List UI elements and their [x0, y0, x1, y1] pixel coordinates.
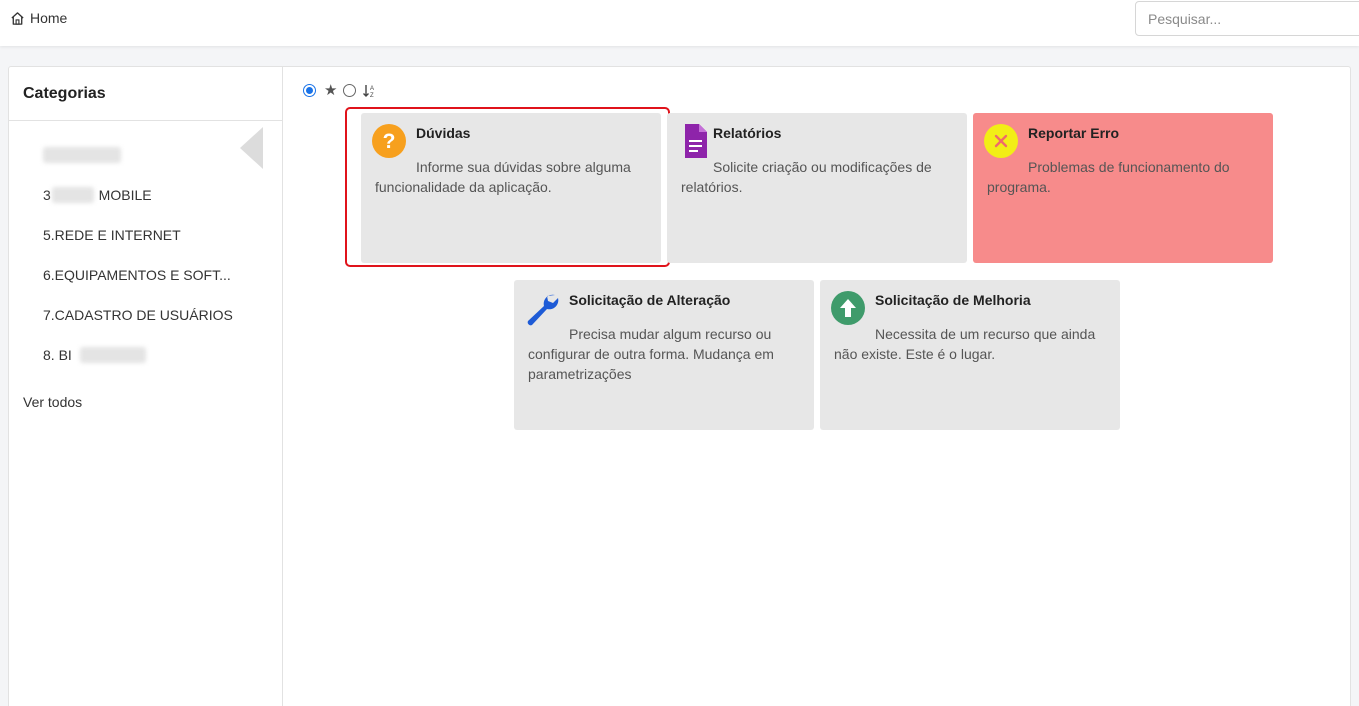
- breadcrumb-home[interactable]: Home: [10, 10, 67, 26]
- breadcrumb-label: Home: [30, 10, 68, 26]
- category-label: 6.EQUIPAMENTOS E SOFT...: [43, 267, 231, 283]
- category-label: 5.REDE E INTERNET: [43, 227, 181, 243]
- category-item-equipamentos[interactable]: 6.EQUIPAMENTOS E SOFT...: [43, 255, 233, 295]
- categories-sidebar: Categorias 3 MOBILE 5.REDE E INTERNET 6.…: [9, 67, 283, 706]
- card-title: Relatórios: [713, 125, 782, 141]
- card-description: Necessita de um recurso que ainda não ex…: [834, 326, 1096, 362]
- category-label: 7.CADASTRO DE USUÁRIOS: [43, 307, 233, 323]
- card-solicitacao-alteracao[interactable]: Solicitação de Alteração Precisa mudar a…: [514, 280, 814, 430]
- redacted-text: [43, 147, 121, 163]
- card-title: Solicitação de Melhoria: [875, 292, 1031, 308]
- question-icon: ?: [372, 124, 406, 158]
- sidebar-title: Categorias: [23, 85, 106, 102]
- view-all-radio[interactable]: [303, 84, 316, 97]
- redacted-text: [79, 347, 146, 363]
- card-description: Solicite criação ou modificações de rela…: [681, 159, 932, 195]
- card-description: Informe sua dúvidas sobre alguma funcion…: [375, 159, 631, 195]
- card-duvidas[interactable]: ? Dúvidas Informe sua dúvidas sobre algu…: [361, 113, 661, 263]
- collapse-sidebar-arrow-icon[interactable]: [240, 127, 263, 169]
- arrow-up-icon: [831, 291, 865, 325]
- category-prefix: 3: [43, 187, 51, 203]
- category-list: 3 MOBILE 5.REDE E INTERNET 6.EQUIPAMENTO…: [43, 135, 233, 375]
- svg-text:A: A: [370, 86, 374, 92]
- card-relatorios[interactable]: Relatórios Solicite criação ou modificaç…: [667, 113, 967, 263]
- svg-text:Z: Z: [370, 93, 374, 98]
- category-item-rede[interactable]: 5.REDE E INTERNET: [43, 215, 233, 255]
- card-description: Problemas de funcionamento do programa.: [987, 159, 1230, 195]
- see-all-link[interactable]: Ver todos: [23, 394, 82, 410]
- card-description: Precisa mudar algum recurso ou configura…: [528, 326, 774, 382]
- card-title: Dúvidas: [416, 125, 471, 141]
- category-item-cadastro[interactable]: 7.CADASTRO DE USUÁRIOS: [43, 295, 233, 335]
- category-item-bi[interactable]: 8. BI: [43, 335, 233, 375]
- card-reportar-erro[interactable]: Reportar Erro Problemas de funcionamento…: [973, 113, 1273, 263]
- redacted-text: [51, 187, 94, 203]
- wrench-icon: [527, 294, 559, 326]
- card-title: Solicitação de Alteração: [569, 292, 731, 308]
- error-icon: [984, 124, 1018, 158]
- category-prefix: 8. BI: [43, 347, 72, 363]
- category-item-1[interactable]: [43, 135, 233, 175]
- search-input[interactable]: [1135, 1, 1359, 36]
- divider: [9, 120, 283, 121]
- home-icon: [11, 11, 24, 25]
- card-solicitacao-melhoria[interactable]: Solicitação de Melhoria Necessita de um …: [820, 280, 1120, 430]
- view-favorites-radio[interactable]: [343, 84, 357, 97]
- view-toolbar: ★ A Z: [303, 83, 378, 98]
- category-item-mobile[interactable]: 3 MOBILE: [43, 175, 233, 215]
- card-title: Reportar Erro: [1028, 125, 1120, 141]
- sort-az-icon[interactable]: A Z: [362, 84, 378, 98]
- document-icon: [685, 124, 707, 158]
- category-label: MOBILE: [94, 187, 152, 203]
- top-bar: Home: [0, 0, 1359, 46]
- star-icon[interactable]: ★: [324, 83, 337, 98]
- svg-text:?: ?: [383, 130, 396, 153]
